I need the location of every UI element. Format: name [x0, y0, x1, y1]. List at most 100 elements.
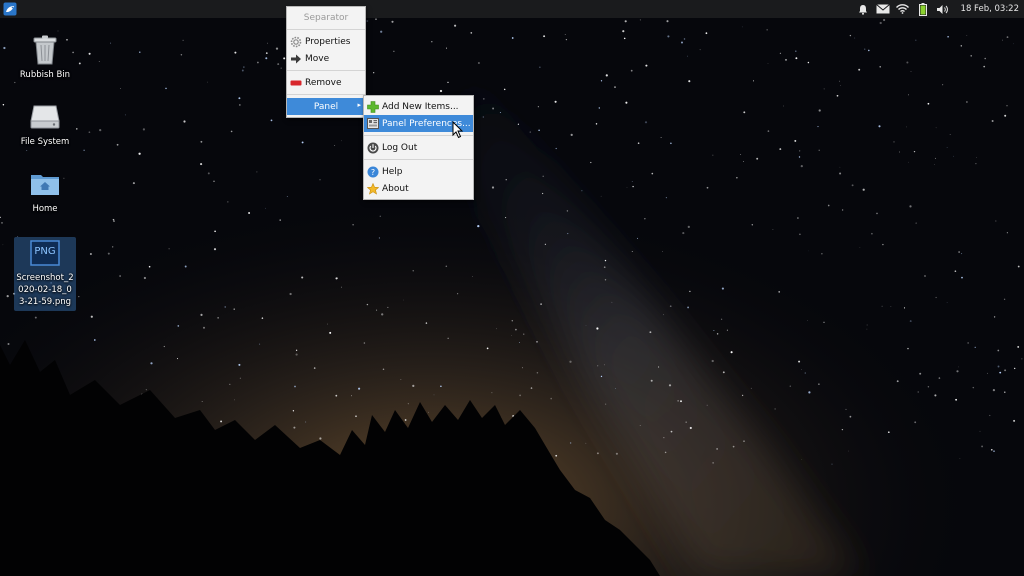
star — [799, 150, 801, 152]
star — [970, 55, 972, 57]
star — [687, 306, 690, 309]
menu-item-add-new-items[interactable]: Add New Items... — [364, 98, 473, 115]
star — [511, 335, 512, 337]
star — [266, 42, 268, 44]
star — [795, 57, 798, 60]
battery-icon[interactable] — [915, 2, 931, 16]
star — [341, 286, 342, 288]
star — [366, 303, 369, 306]
star — [807, 320, 808, 321]
star — [239, 104, 241, 106]
star — [882, 18, 886, 22]
star — [622, 30, 625, 33]
star — [283, 57, 286, 60]
bell-icon[interactable] — [855, 2, 871, 16]
star — [239, 377, 242, 379]
panel-clock[interactable]: 18 Feb, 03:22 — [961, 4, 1019, 14]
menu-item-properties[interactable]: Properties — [287, 33, 365, 50]
desktop-icon-rubbish-bin[interactable]: Rubbish Bin — [14, 34, 76, 81]
star — [800, 164, 803, 168]
star — [457, 293, 459, 295]
star — [839, 172, 842, 175]
star — [862, 188, 865, 191]
star — [841, 209, 844, 211]
star — [858, 68, 861, 71]
star — [541, 192, 544, 195]
star — [477, 224, 480, 228]
star — [200, 163, 203, 166]
star — [57, 30, 59, 32]
star — [752, 80, 755, 82]
star — [960, 45, 963, 47]
star — [664, 451, 667, 454]
star — [849, 415, 852, 418]
desktop-icon-file-system[interactable]: File System — [14, 101, 76, 148]
star — [927, 386, 930, 388]
desktop-icon-label: Screenshot_2020-02-18_03-21-59.png — [16, 273, 74, 307]
star — [227, 201, 229, 203]
desktop-icon-home[interactable]: Home — [14, 168, 76, 215]
star — [624, 20, 627, 23]
star — [540, 303, 542, 305]
star — [139, 51, 141, 53]
star — [924, 275, 926, 277]
star — [879, 66, 881, 68]
star — [1004, 391, 1006, 393]
star — [741, 26, 743, 28]
star — [600, 375, 603, 378]
star — [334, 145, 336, 146]
star — [665, 197, 667, 199]
star — [871, 232, 873, 235]
star — [1014, 367, 1016, 370]
star — [751, 224, 754, 226]
star — [914, 421, 917, 424]
star — [496, 328, 497, 330]
star — [903, 307, 906, 309]
star — [293, 426, 296, 429]
volume-icon[interactable] — [935, 2, 951, 16]
star — [890, 306, 892, 308]
star — [983, 65, 986, 68]
menu-item-panel[interactable]: Panel ▸ — [287, 98, 365, 115]
star — [639, 19, 641, 21]
star — [503, 88, 506, 91]
star — [603, 266, 606, 269]
star — [6, 294, 9, 298]
star — [203, 326, 205, 329]
star — [910, 71, 912, 72]
menu-item-move[interactable]: Move — [287, 50, 365, 67]
wifi-icon[interactable] — [895, 2, 911, 16]
star — [88, 131, 91, 134]
star — [327, 323, 328, 325]
star — [726, 329, 728, 331]
star — [644, 121, 648, 124]
star — [840, 85, 841, 86]
menu-item-help[interactable]: ? Help — [364, 163, 473, 180]
mail-icon[interactable] — [875, 2, 891, 16]
star — [992, 388, 996, 392]
star — [93, 339, 96, 341]
menu-item-log-out[interactable]: Log Out — [364, 139, 473, 156]
star — [625, 101, 628, 104]
star — [990, 448, 993, 451]
star — [99, 128, 102, 132]
whisker-menu-icon[interactable] — [3, 2, 17, 16]
star — [270, 119, 273, 122]
star — [511, 37, 514, 39]
star — [305, 421, 307, 423]
menu-item-remove[interactable]: Remove — [287, 74, 365, 91]
menu-item-about[interactable]: About — [364, 180, 473, 197]
star — [88, 52, 91, 55]
star — [257, 61, 259, 64]
star — [997, 349, 1000, 352]
power-icon — [366, 141, 379, 154]
star — [716, 333, 719, 335]
desktop-icon-screenshot[interactable]: PNG Screenshot_2020-02-18_03-21-59.png — [14, 237, 76, 311]
star — [854, 37, 856, 39]
star — [789, 385, 792, 387]
star — [677, 400, 679, 402]
star — [440, 385, 442, 388]
star — [515, 328, 517, 331]
star — [1002, 39, 1003, 41]
star — [412, 270, 414, 272]
